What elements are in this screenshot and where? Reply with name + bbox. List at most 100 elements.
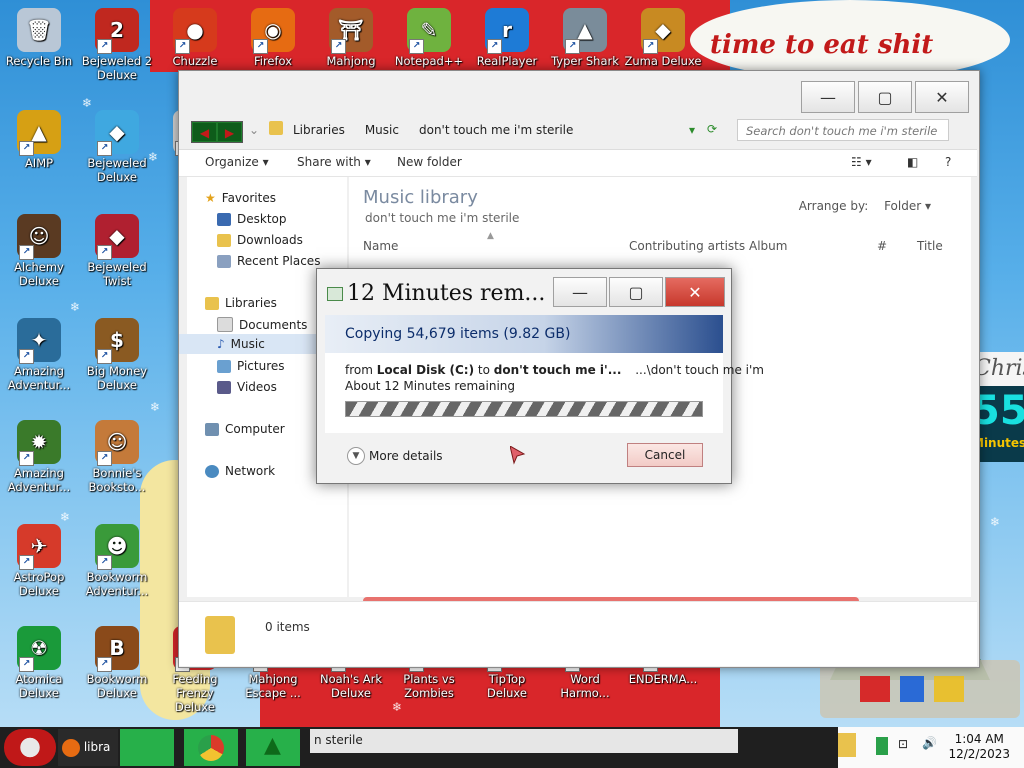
- desktop-icon-label: Typer Shark: [551, 54, 619, 68]
- taskbar-chrome[interactable]: [184, 729, 238, 766]
- desktop-icon-astropop-deluxe[interactable]: ✈ ↗ AstroPop Deluxe: [0, 524, 78, 598]
- breadcrumb-libraries[interactable]: Libraries: [293, 123, 345, 137]
- desktop-icon-big-money-deluxe[interactable]: $ ↗ Big Money Deluxe: [78, 318, 156, 392]
- new-folder-button[interactable]: New folder: [397, 155, 462, 169]
- column-name[interactable]: Name: [363, 239, 398, 253]
- desktop-icon-zuma-deluxe[interactable]: ◆ ↗ Zuma Deluxe: [624, 8, 702, 68]
- clock-date: 12/2/2023: [948, 747, 1010, 761]
- desktop-icon-amazing-adventur[interactable]: ✹ ↗ Amazing Adventur...: [0, 420, 78, 494]
- desktop-icon-amazing-adventur[interactable]: ✦ ↗ Amazing Adventur...: [0, 318, 78, 392]
- column-album[interactable]: Album: [749, 239, 787, 253]
- nav-pictures[interactable]: Pictures: [217, 359, 285, 373]
- taskbar-explorer[interactable]: [120, 729, 174, 766]
- nav-libraries[interactable]: Libraries: [205, 296, 277, 310]
- desktop-icon-typer-shark[interactable]: ▲ ↗ Typer Shark: [546, 8, 624, 68]
- app-icon: ▲ ↗: [563, 8, 607, 54]
- desktop-icon-alchemy-deluxe[interactable]: ☺ ↗ Alchemy Deluxe: [0, 214, 78, 288]
- arrange-dropdown[interactable]: Folder ▾: [884, 199, 931, 213]
- start-button[interactable]: [4, 729, 56, 766]
- nav-desktop[interactable]: Desktop: [217, 212, 287, 226]
- desktop-icon-firefox[interactable]: ◉ ↗ Firefox: [234, 8, 312, 68]
- nav-recent-places[interactable]: Recent Places: [217, 254, 320, 268]
- shortcut-arrow-icon: ↗: [19, 349, 34, 364]
- desktop-icon-realplayer[interactable]: r ↗ RealPlayer: [468, 8, 546, 68]
- taskbar-tree-app[interactable]: ▲: [246, 729, 300, 766]
- nav-downloads[interactable]: Downloads: [217, 233, 303, 247]
- destination-link[interactable]: don't touch me i'...: [494, 363, 622, 377]
- recent-dropdown-icon[interactable]: ⌄: [249, 123, 259, 137]
- dialog-close-button[interactable]: ✕: [665, 277, 725, 307]
- volume-icon[interactable]: 🔊: [922, 736, 937, 750]
- forward-button[interactable]: ▶: [218, 123, 241, 141]
- desktop-icon-notepad[interactable]: ✎ ↗ Notepad++: [390, 8, 468, 68]
- desktop-icon-mahjong[interactable]: ⛩ ↗ Mahjong: [312, 8, 390, 68]
- preview-pane-icon[interactable]: ◧: [907, 155, 918, 169]
- desktop-icon-label: Bookworm Adventur...: [85, 570, 149, 598]
- nav-computer[interactable]: Computer: [205, 422, 285, 436]
- copy-from-line: from Local Disk (C:) to don't touch me i…: [345, 363, 764, 377]
- nav-computer-label: Computer: [225, 422, 285, 436]
- computer-icon: [205, 422, 219, 436]
- desktop-icon-bejeweled-deluxe[interactable]: ◆ ↗ Bejeweled Deluxe: [78, 110, 156, 184]
- help-icon[interactable]: ?: [945, 155, 951, 169]
- pictures-icon: [217, 359, 231, 373]
- desktop-icon-label: Firefox: [253, 54, 293, 68]
- taskbar-clock[interactable]: 1:04 AM 12/2/2023: [948, 732, 1010, 762]
- breadcrumb-music[interactable]: Music: [365, 123, 399, 137]
- desktop-icon-chuzzle[interactable]: ● ↗ Chuzzle: [156, 8, 234, 68]
- back-button[interactable]: ◀: [193, 123, 216, 141]
- column-title[interactable]: Title: [917, 239, 943, 253]
- address-dropdown-icon[interactable]: ▾: [689, 123, 695, 137]
- desktop-icon-bonnie-s-booksto[interactable]: ☺ ↗ Bonnie's Booksto...: [78, 420, 156, 494]
- nav-music-label: Music: [230, 337, 265, 351]
- nav-downloads-label: Downloads: [237, 233, 303, 247]
- search-input[interactable]: Search don't touch me i'm sterile: [737, 119, 949, 141]
- tray-folder-icon[interactable]: [838, 733, 856, 757]
- minimize-button[interactable]: —: [801, 81, 855, 113]
- nav-favorites[interactable]: ★ Favorites: [205, 191, 276, 205]
- shortcut-arrow-icon: ↗: [487, 39, 502, 54]
- desktop-icon-aimp[interactable]: ▲ ↗ AIMP: [0, 110, 78, 170]
- dialog-maximize-button[interactable]: ▢: [609, 277, 663, 307]
- desktop-icon-bookworm-deluxe[interactable]: B ↗ Bookworm Deluxe: [78, 626, 156, 700]
- desktop-icon-bookworm-adventur[interactable]: ☻ ↗ Bookworm Adventur...: [78, 524, 156, 598]
- taskbar-window-label[interactable]: n sterile: [310, 729, 738, 753]
- column-contributing-artists[interactable]: Contributing artists: [629, 239, 745, 253]
- maximize-button[interactable]: ▢: [858, 81, 912, 113]
- organize-menu[interactable]: Organize ▾: [205, 155, 269, 169]
- nav-libraries-label: Libraries: [225, 296, 277, 310]
- shortcut-arrow-icon: ↗: [175, 39, 190, 54]
- taskbar-libraries-label: libra: [83, 740, 111, 754]
- close-button[interactable]: ✕: [915, 81, 969, 113]
- desktop-icon-bejeweled-2-deluxe[interactable]: 2 ↗ Bejeweled 2 Deluxe: [78, 8, 156, 82]
- desktop-icon-atomica-deluxe[interactable]: ☢ ↗ Atomica Deluxe: [0, 626, 78, 700]
- app-icon: ▲ ↗: [17, 110, 61, 156]
- source-link[interactable]: Local Disk (C:): [377, 363, 474, 377]
- network-tray-icon[interactable]: ⊡: [898, 737, 908, 751]
- cancel-button[interactable]: Cancel: [627, 443, 703, 467]
- snowflake: ❄: [392, 700, 403, 714]
- breadcrumb-folder[interactable]: don't touch me i'm sterile: [419, 123, 573, 137]
- desktop-icon-recycle-bin[interactable]: 🗑 Recycle Bin: [0, 8, 78, 68]
- view-options-icon[interactable]: ☷ ▾: [851, 155, 872, 169]
- nav-videos[interactable]: Videos: [217, 380, 277, 394]
- dialog-minimize-button[interactable]: —: [553, 277, 607, 307]
- app-icon: ✦ ↗: [17, 318, 61, 364]
- taskbar-libraries[interactable]: libra: [58, 729, 118, 766]
- library-title: Music library: [363, 187, 478, 208]
- more-details-toggle[interactable]: ▼ More details: [347, 447, 443, 465]
- documents-icon: [217, 317, 233, 332]
- column-number[interactable]: #: [877, 239, 887, 253]
- details-pane: 0 items: [179, 601, 977, 666]
- nav-network[interactable]: Network: [205, 464, 275, 478]
- wallpaper-banner-text: time to eat shit: [710, 30, 934, 60]
- desktop-icon-bejeweled-twist[interactable]: ◆ ↗ Bejeweled Twist: [78, 214, 156, 288]
- action-center-icon[interactable]: [876, 737, 888, 755]
- share-with-menu[interactable]: Share with ▾: [297, 155, 371, 169]
- nav-documents[interactable]: Documents: [217, 317, 307, 332]
- refresh-icon[interactable]: ⟳: [707, 122, 717, 136]
- desktop-icon-label: Big Money Deluxe: [86, 364, 148, 392]
- snowflake: ❄: [60, 510, 71, 524]
- details-folder-icon: [205, 616, 235, 654]
- app-icon: ◆ ↗: [641, 8, 685, 54]
